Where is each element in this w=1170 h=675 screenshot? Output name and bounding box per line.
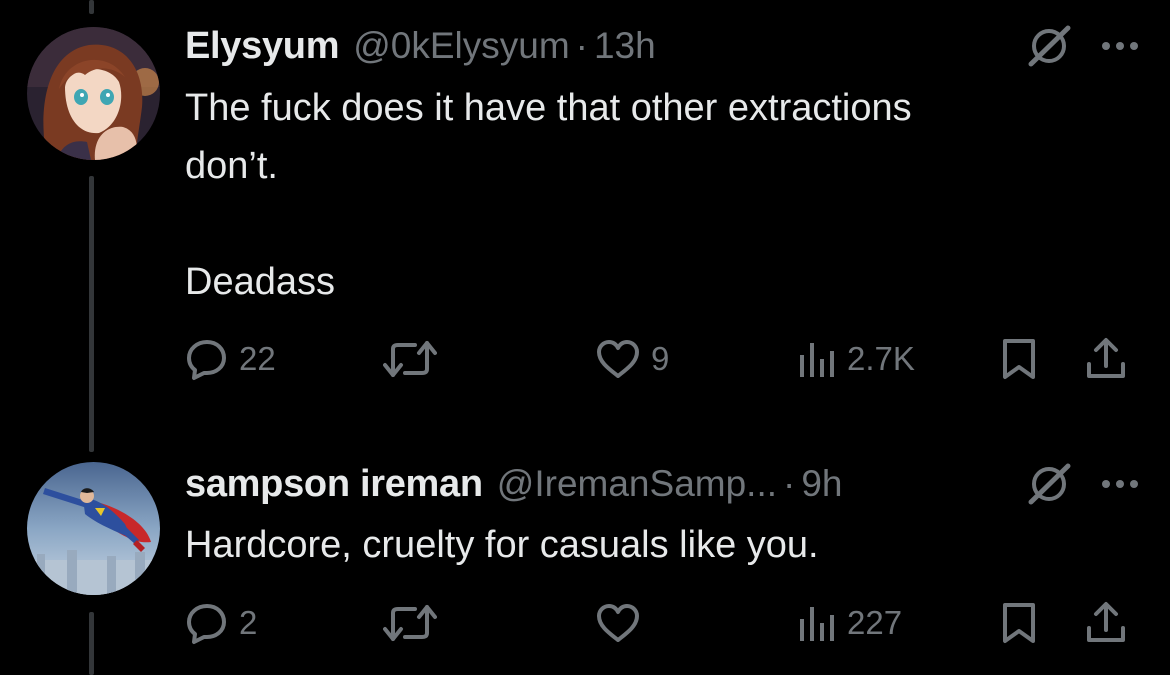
like-icon bbox=[595, 602, 641, 644]
timestamp[interactable]: 13h bbox=[594, 25, 656, 67]
bookmark-icon bbox=[999, 601, 1039, 645]
action-bar: 22 9 2.7K bbox=[185, 334, 1145, 384]
reply-count: 22 bbox=[239, 340, 276, 377]
repost-icon bbox=[383, 601, 437, 645]
views-button[interactable]: 227 bbox=[797, 598, 902, 648]
like-count: 9 bbox=[651, 340, 670, 377]
tweet-header: Elysyum @0kElysyum · 13h bbox=[185, 24, 1140, 68]
share-button[interactable] bbox=[1083, 334, 1129, 384]
repost-button[interactable] bbox=[383, 598, 447, 648]
tweet-header: sampson ireman @IremanSamp... · 9h bbox=[185, 462, 1140, 506]
repost-button[interactable] bbox=[383, 334, 447, 384]
avatar[interactable] bbox=[27, 462, 160, 595]
more-icon[interactable] bbox=[1100, 40, 1140, 52]
reply-icon bbox=[185, 337, 229, 381]
tweet-text: The fuck does it have that other extract… bbox=[185, 87, 912, 303]
action-bar: 2 227 bbox=[185, 598, 1145, 648]
user-handle[interactable]: @IremanSamp... bbox=[497, 463, 777, 505]
share-icon bbox=[1083, 600, 1129, 646]
more-icon[interactable] bbox=[1100, 478, 1140, 490]
tweet-text: Hardcore, cruelty for casuals like you. bbox=[185, 524, 819, 566]
thread-line-middle bbox=[89, 176, 94, 452]
display-name[interactable]: sampson ireman bbox=[185, 463, 483, 506]
reply-button[interactable]: 22 bbox=[185, 334, 276, 384]
grok-icon[interactable] bbox=[1026, 24, 1072, 68]
views-count: 2.7K bbox=[847, 340, 915, 377]
bookmark-icon bbox=[999, 337, 1039, 381]
share-button[interactable] bbox=[1083, 598, 1129, 648]
reply-count: 2 bbox=[239, 604, 258, 641]
display-name[interactable]: Elysyum bbox=[185, 25, 340, 68]
views-icon bbox=[797, 339, 837, 379]
reply-icon bbox=[185, 601, 229, 645]
user-handle[interactable]: @0kElysyum bbox=[353, 25, 569, 67]
avatar-superhero-image bbox=[27, 462, 160, 595]
like-button[interactable]: 9 bbox=[595, 334, 669, 384]
avatar-anime-girl-image bbox=[27, 27, 160, 160]
bookmark-button[interactable] bbox=[999, 334, 1039, 384]
like-button[interactable] bbox=[595, 598, 651, 648]
thread-line-top bbox=[89, 0, 94, 14]
like-icon bbox=[595, 338, 641, 380]
grok-icon[interactable] bbox=[1026, 462, 1072, 506]
separator-dot: · bbox=[575, 25, 588, 66]
bookmark-button[interactable] bbox=[999, 598, 1039, 648]
views-button[interactable]: 2.7K bbox=[797, 334, 915, 384]
avatar[interactable] bbox=[27, 27, 160, 160]
views-icon bbox=[797, 603, 837, 643]
repost-icon bbox=[383, 337, 437, 381]
separator-dot: · bbox=[783, 463, 796, 504]
share-icon bbox=[1083, 336, 1129, 382]
views-count: 227 bbox=[847, 604, 903, 641]
reply-button[interactable]: 2 bbox=[185, 598, 257, 648]
thread-line-bottom bbox=[89, 612, 94, 675]
timestamp[interactable]: 9h bbox=[801, 463, 842, 505]
